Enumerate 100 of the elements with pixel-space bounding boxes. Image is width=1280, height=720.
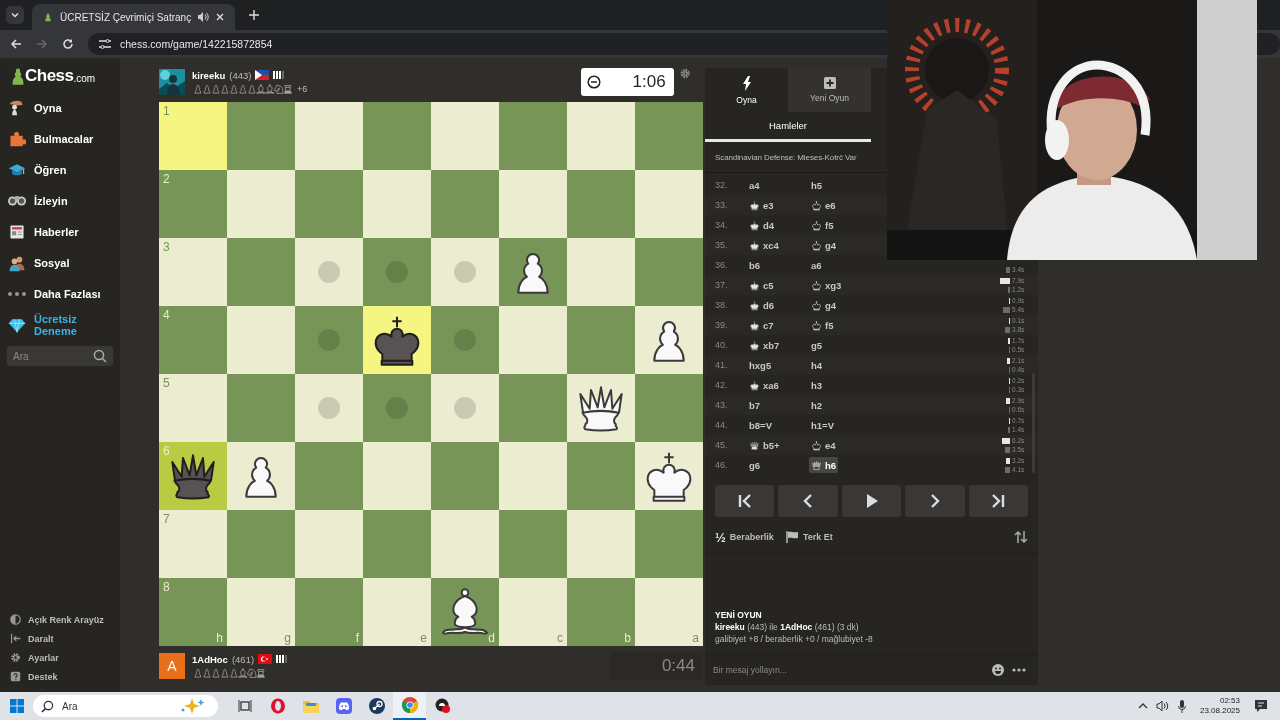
move[interactable]: d6 xyxy=(747,297,809,313)
back-icon[interactable] xyxy=(10,38,22,50)
move[interactable]: e6 xyxy=(809,197,838,213)
move[interactable]: xc4 xyxy=(747,237,809,253)
flip-board-icon[interactable] xyxy=(1014,530,1028,544)
move[interactable]: b6 xyxy=(747,257,809,273)
move[interactable]: e4 xyxy=(809,437,838,453)
player-name[interactable]: 1AdHoc xyxy=(192,653,228,665)
search-icon[interactable] xyxy=(93,349,107,363)
king-icon xyxy=(749,299,760,311)
move[interactable]: f5 xyxy=(809,317,836,333)
nav-item[interactable]: İzleyin xyxy=(0,185,120,216)
forward-icon[interactable] xyxy=(36,38,48,50)
draw-button[interactable]: ½ Beraberlik xyxy=(715,529,774,545)
nav-item[interactable]: Daha Fazlası xyxy=(0,278,120,309)
nav-item[interactable]: Ücretsiz Deneme xyxy=(0,309,120,340)
move[interactable]: e3 xyxy=(747,197,809,213)
move[interactable]: h2 xyxy=(809,397,825,413)
tab-list-button[interactable] xyxy=(6,6,24,24)
nav-item[interactable]: Öğren xyxy=(0,154,120,185)
file-label: c xyxy=(557,631,563,645)
move-hint-dot[interactable] xyxy=(454,261,476,283)
move-hint-dot[interactable] xyxy=(454,397,476,419)
time-bar xyxy=(1003,306,1010,313)
move[interactable]: f5 xyxy=(809,217,836,233)
move[interactable]: a4 xyxy=(747,177,809,193)
resign-button[interactable]: Terk Et xyxy=(785,531,833,543)
move[interactable]: g4 xyxy=(809,237,839,253)
move[interactable]: h4 xyxy=(809,357,825,373)
move-number: 39. xyxy=(714,320,729,330)
nav-item[interactable]: Destek xyxy=(10,671,120,682)
move[interactable]: h1=V xyxy=(809,417,836,433)
move[interactable]: h3 xyxy=(809,377,825,393)
more-icon[interactable] xyxy=(1012,668,1026,672)
move[interactable]: h5 xyxy=(809,177,825,193)
move[interactable]: b5+ xyxy=(747,437,809,453)
time-bar xyxy=(1005,266,1010,273)
nav-item[interactable]: Oyna xyxy=(0,92,120,123)
browser-tab[interactable]: ÜCRETSİZ Çevrimiçi Satranç xyxy=(32,4,236,30)
nav-item[interactable]: Daralt xyxy=(10,633,120,644)
king-icon xyxy=(749,339,760,351)
move[interactable]: c7 xyxy=(747,317,809,333)
time-bar xyxy=(1004,466,1010,473)
move-nav-button[interactable] xyxy=(715,485,775,517)
system-clock[interactable]: 02:53 23.08.2025 xyxy=(1199,696,1240,716)
message-field[interactable]: Bir mesaj yollayın... xyxy=(711,664,984,676)
move[interactable]: a6 xyxy=(809,257,824,273)
move[interactable]: d4 xyxy=(747,217,809,233)
microphone-icon[interactable] xyxy=(1177,699,1186,713)
move-hint-dot[interactable] xyxy=(318,261,340,283)
nav-item[interactable]: Açık Renk Arayüz xyxy=(10,614,120,625)
time-bar xyxy=(1007,337,1010,344)
new-tab-icon[interactable] xyxy=(249,10,260,20)
queen-icon xyxy=(749,439,760,451)
move-hint-dot[interactable] xyxy=(318,397,340,419)
move[interactable]: h6 xyxy=(809,457,839,473)
king-icon xyxy=(811,299,822,311)
reload-icon[interactable] xyxy=(62,38,74,50)
close-icon[interactable] xyxy=(215,12,226,22)
move[interactable]: hxg5 xyxy=(747,357,809,373)
search-input[interactable]: Ara xyxy=(60,699,174,713)
nav-item[interactable]: Haberler xyxy=(0,216,120,247)
player-name[interactable]: kireeku xyxy=(192,69,226,81)
move[interactable]: g6 xyxy=(747,457,809,473)
time-bar xyxy=(1007,357,1010,364)
rank-label: 4 xyxy=(163,308,170,322)
tab[interactable]: Hamleler xyxy=(705,112,871,142)
move[interactable]: b8=V xyxy=(747,417,809,433)
connection-icon xyxy=(276,655,289,663)
tab[interactable]: Yeni Oyun xyxy=(788,68,871,112)
emoji-icon[interactable] xyxy=(992,664,1004,676)
move-number: 42. xyxy=(714,380,729,390)
steam-icon xyxy=(368,698,385,714)
move-nav-button[interactable] xyxy=(841,485,902,517)
nav-item[interactable]: Bulmacalar xyxy=(0,123,120,154)
caret-up-icon[interactable] xyxy=(1137,702,1148,710)
search-field[interactable]: Ara xyxy=(33,695,218,717)
move-number: 41. xyxy=(714,360,729,370)
move[interactable]: xg3 xyxy=(809,277,844,293)
speaker-icon[interactable] xyxy=(197,11,210,23)
site-info-icon[interactable] xyxy=(98,38,112,50)
move-nav-button[interactable] xyxy=(968,485,1029,517)
search-input[interactable]: Ara xyxy=(13,350,93,362)
opening-name[interactable]: Scandinavian Defense: Mieses-Kotrč Var xyxy=(715,152,857,162)
settings-icon[interactable] xyxy=(679,68,690,79)
nav-item[interactable]: Sosyal xyxy=(0,247,120,278)
move[interactable]: xb7 xyxy=(747,337,809,353)
move[interactable]: xa6 xyxy=(747,377,809,393)
move[interactable]: g5 xyxy=(809,337,825,353)
player-rating: (443) xyxy=(229,69,252,81)
move[interactable]: c5 xyxy=(747,277,809,293)
logo[interactable]: Chess.com xyxy=(0,64,120,92)
notification-icon[interactable] xyxy=(1254,699,1268,713)
windows-icon[interactable] xyxy=(10,699,24,713)
speaker-icon[interactable] xyxy=(1155,700,1170,712)
play-icon xyxy=(865,494,878,508)
search-field[interactable]: Ara xyxy=(7,346,113,366)
nav-item[interactable]: Ayarlar xyxy=(10,652,120,663)
move[interactable]: b7 xyxy=(747,397,809,413)
move[interactable]: g4 xyxy=(809,297,839,313)
